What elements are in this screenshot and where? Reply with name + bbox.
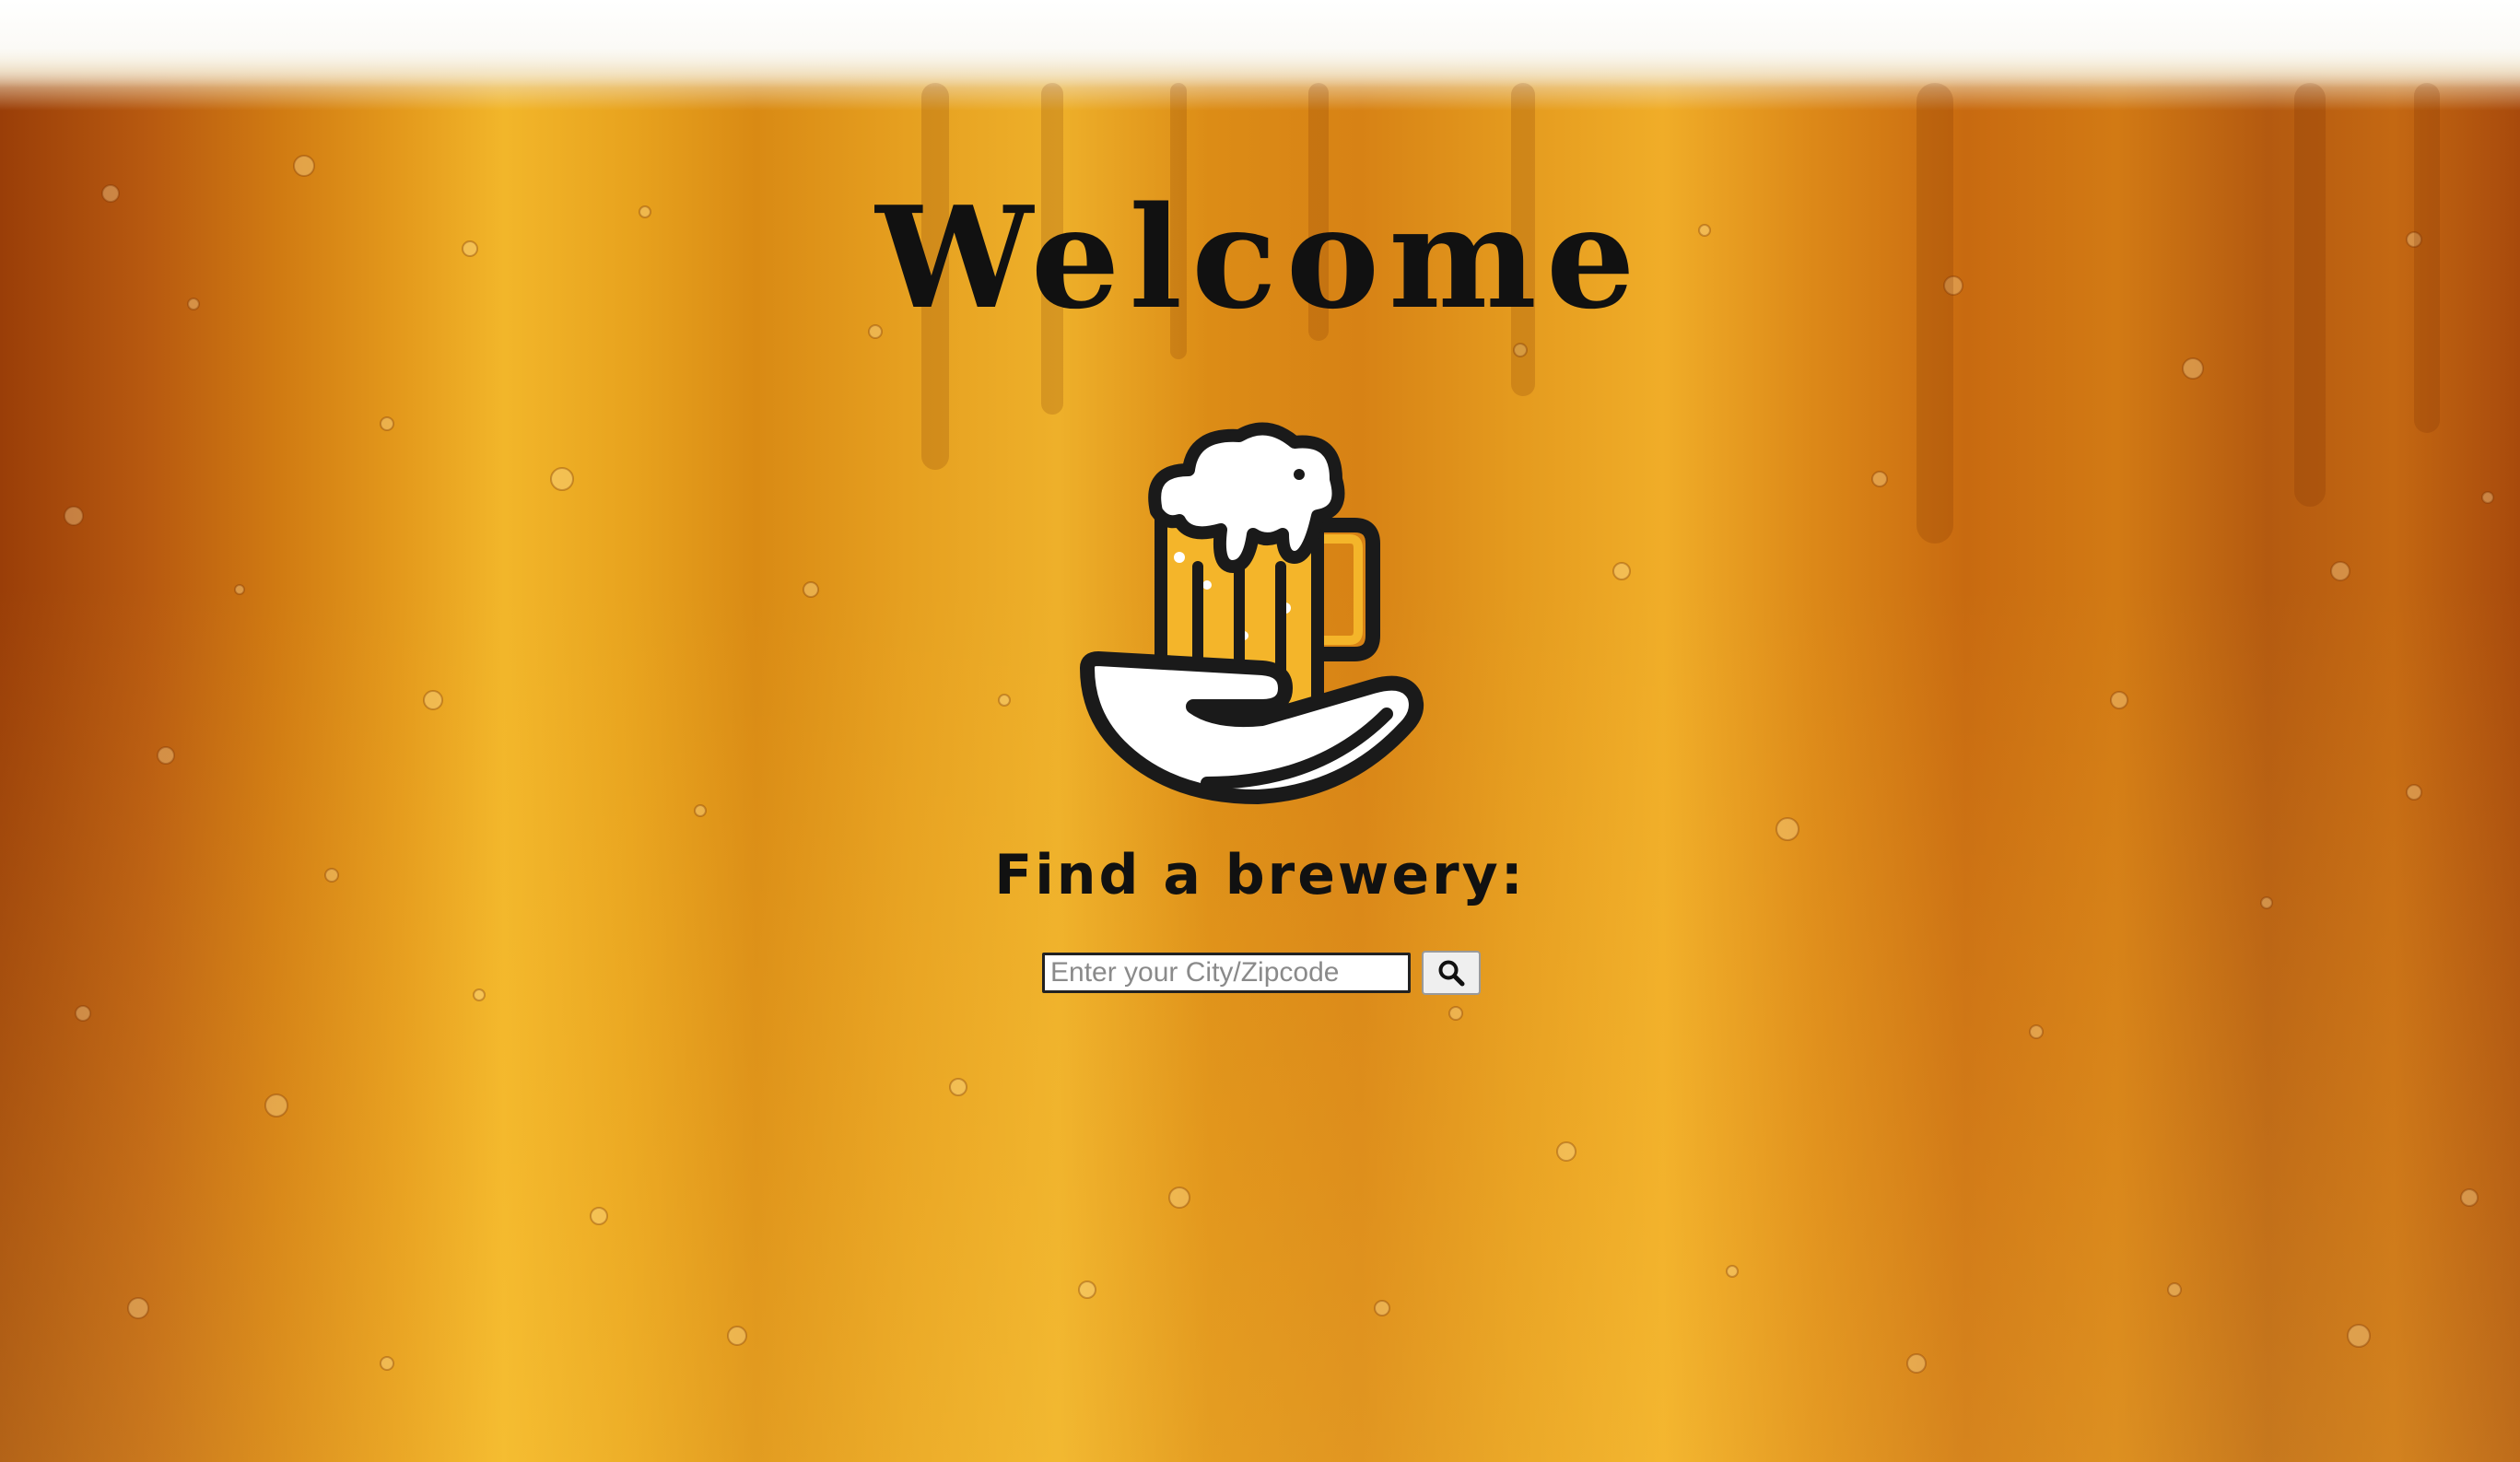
beer-mug-in-hand-icon xyxy=(1080,422,1424,804)
search-bar xyxy=(1042,951,1484,995)
search-icon xyxy=(1438,960,1465,987)
city-zipcode-input[interactable] xyxy=(1042,953,1411,993)
beer-foam-top xyxy=(0,0,2520,88)
find-brewery-heading: Find a brewery: xyxy=(994,843,1526,907)
search-button[interactable] xyxy=(1422,951,1481,995)
page-title: Welcome xyxy=(875,175,1645,340)
